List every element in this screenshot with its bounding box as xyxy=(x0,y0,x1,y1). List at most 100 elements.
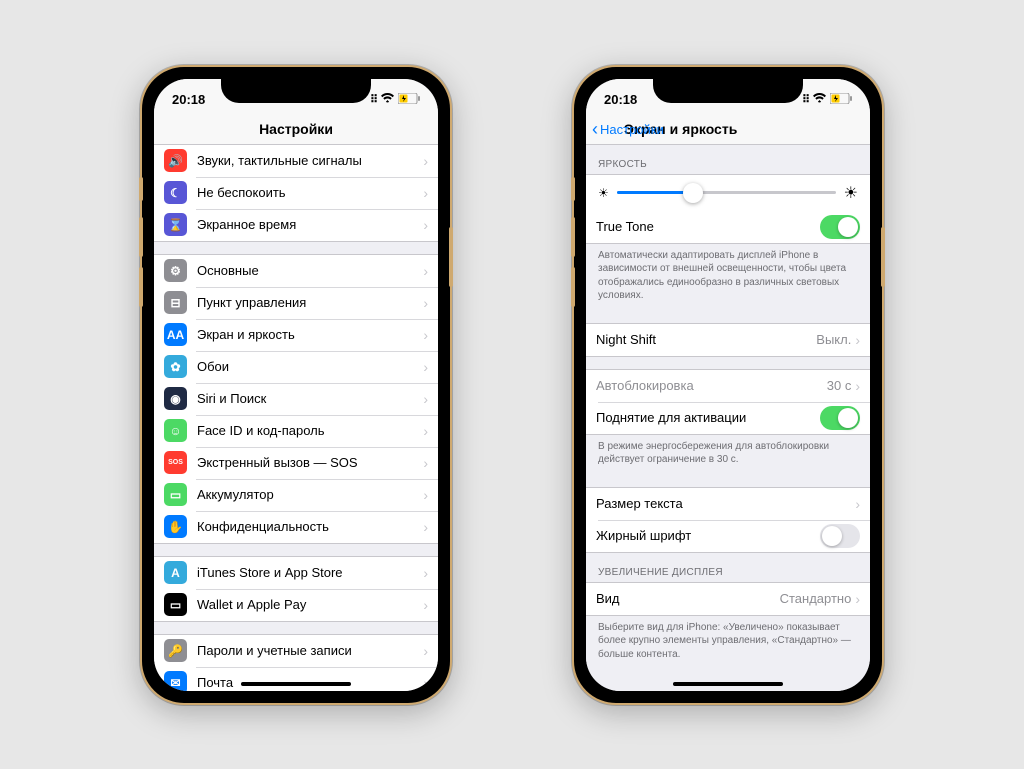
raise-label: Поднятие для активации xyxy=(596,410,820,425)
settings-row[interactable]: ▭ Wallet и Apple Pay› xyxy=(154,589,438,621)
brightness-low-icon: ☀ xyxy=(598,186,609,200)
true-tone-label: True Tone xyxy=(596,219,820,234)
chevron-right-icon: › xyxy=(855,496,860,512)
chevron-right-icon: › xyxy=(423,153,428,169)
footer-view: Выберите вид для iPhone: «Увеличено» пок… xyxy=(586,616,870,670)
chevron-right-icon: › xyxy=(423,597,428,613)
settings-app-icon: ⌛ xyxy=(164,213,187,236)
settings-row[interactable]: ⌛Экранное время› xyxy=(154,209,438,241)
settings-row[interactable]: ◉Siri и Поиск› xyxy=(154,383,438,415)
settings-row[interactable]: ▭Аккумулятор› xyxy=(154,479,438,511)
settings-row-label: Wallet и Apple Pay xyxy=(197,597,423,612)
chevron-right-icon: › xyxy=(423,565,428,581)
settings-app-icon: A xyxy=(164,561,187,584)
settings-row[interactable]: ✉Почта› xyxy=(154,667,438,691)
settings-group: 🔊Звуки, тактильные сигналы›☾Не беспокоит… xyxy=(154,145,438,242)
raise-to-wake-switch[interactable] xyxy=(820,406,860,430)
chevron-right-icon: › xyxy=(423,185,428,201)
settings-row-label: iTunes Store и App Store xyxy=(197,565,423,580)
volume-up-button[interactable] xyxy=(571,217,575,257)
volume-up-button[interactable] xyxy=(139,217,143,257)
settings-app-icon: ▭ xyxy=(164,483,187,506)
settings-list[interactable]: 🔊Звуки, тактильные сигналы›☾Не беспокоит… xyxy=(154,145,438,691)
chevron-right-icon: › xyxy=(423,295,428,311)
chevron-right-icon: › xyxy=(855,378,860,394)
settings-row[interactable]: SOSЭкстренный вызов — SOS› xyxy=(154,447,438,479)
settings-row[interactable]: ⚙ Основные› xyxy=(154,255,438,287)
nav-bar: ‹ Настройки Экран и яркость xyxy=(586,115,870,145)
chevron-right-icon: › xyxy=(423,519,428,535)
settings-app-icon: ▭ xyxy=(164,593,187,616)
settings-app-icon: ✋ xyxy=(164,515,187,538)
slider-thumb[interactable] xyxy=(683,183,703,203)
battery-icon xyxy=(398,93,420,107)
chevron-right-icon: › xyxy=(423,391,428,407)
settings-app-icon: ⊟ xyxy=(164,291,187,314)
row-bold-text[interactable]: Жирный шрифт xyxy=(586,520,870,552)
row-text-size[interactable]: Размер текста › xyxy=(586,488,870,520)
settings-row[interactable]: ✿Обои› xyxy=(154,351,438,383)
home-indicator[interactable] xyxy=(241,682,351,686)
status-time: 20:18 xyxy=(604,92,637,107)
row-true-tone[interactable]: True Tone xyxy=(586,211,870,243)
screen-right: 20:18 ⠿ ‹ Настройки Экран и яркость ЯРКО… xyxy=(586,79,870,691)
cell-signal-icon: ⠿ xyxy=(802,93,809,106)
settings-app-icon: AA xyxy=(164,323,187,346)
mute-switch[interactable] xyxy=(139,177,143,201)
back-label: Настройки xyxy=(600,122,664,137)
settings-row[interactable]: ☾Не беспокоить› xyxy=(154,177,438,209)
chevron-right-icon: › xyxy=(423,423,428,439)
settings-app-icon: ⚙ xyxy=(164,259,187,282)
settings-row[interactable]: ✋Конфиденциальность› xyxy=(154,511,438,543)
bold-text-switch[interactable] xyxy=(820,524,860,548)
auto-lock-label: Автоблокировка xyxy=(596,378,827,393)
wifi-icon xyxy=(813,93,826,106)
chevron-right-icon: › xyxy=(855,591,860,607)
row-view[interactable]: Вид Стандартно › xyxy=(586,583,870,615)
chevron-right-icon: › xyxy=(423,263,428,279)
night-shift-value: Выкл. xyxy=(816,332,851,347)
footer-auto-lock: В режиме энергосбережения для автоблокир… xyxy=(586,435,870,475)
settings-row-label: Звуки, тактильные сигналы xyxy=(197,153,423,168)
brightness-slider-row: ☀ ☀ xyxy=(586,175,870,211)
settings-row-label: Экстренный вызов — SOS xyxy=(197,455,423,470)
settings-app-icon: ☺ xyxy=(164,419,187,442)
settings-row-label: Основные xyxy=(197,263,423,278)
chevron-right-icon: › xyxy=(855,332,860,348)
section-header-brightness: ЯРКОСТЬ xyxy=(586,145,870,174)
true-tone-switch[interactable] xyxy=(820,215,860,239)
side-button[interactable] xyxy=(881,227,885,287)
brightness-high-icon: ☀ xyxy=(844,183,858,203)
slider-fill xyxy=(617,191,694,194)
settings-row-label: Экран и яркость xyxy=(197,327,423,342)
row-night-shift[interactable]: Night Shift Выкл. › xyxy=(586,324,870,356)
volume-down-button[interactable] xyxy=(139,267,143,307)
brightness-slider[interactable] xyxy=(617,191,836,194)
volume-down-button[interactable] xyxy=(571,267,575,307)
row-auto-lock[interactable]: Автоблокировка 30 c › xyxy=(586,370,870,402)
settings-row[interactable]: 🔊 Звуки, тактильные сигналы› xyxy=(154,145,438,177)
mute-switch[interactable] xyxy=(571,177,575,201)
settings-row[interactable]: AiTunes Store и App Store› xyxy=(154,557,438,589)
settings-row[interactable]: ☺Face ID и код-пароль› xyxy=(154,415,438,447)
nav-title: Настройки xyxy=(259,121,333,137)
settings-row[interactable]: 🔑Пароли и учетные записи› xyxy=(154,635,438,667)
view-label: Вид xyxy=(596,591,780,606)
back-button[interactable]: ‹ Настройки xyxy=(592,120,664,138)
settings-row[interactable]: ⊟Пункт управления› xyxy=(154,287,438,319)
settings-app-icon: SOS xyxy=(164,451,187,474)
home-indicator[interactable] xyxy=(673,682,783,686)
settings-row[interactable]: AAЭкран и яркость› xyxy=(154,319,438,351)
chevron-right-icon: › xyxy=(423,643,428,659)
settings-app-icon: 🔊 xyxy=(164,149,187,172)
chevron-right-icon: › xyxy=(423,359,428,375)
view-value: Стандартно xyxy=(780,591,852,606)
settings-row-label: Экранное время xyxy=(197,217,423,232)
side-button[interactable] xyxy=(449,227,453,287)
display-brightness-list[interactable]: ЯРКОСТЬ ☀ ☀ True Tone Автоматически адап… xyxy=(586,145,870,691)
wifi-icon xyxy=(381,93,394,106)
notch xyxy=(653,79,803,103)
text-size-label: Размер текста xyxy=(596,496,855,511)
row-raise-to-wake[interactable]: Поднятие для активации xyxy=(586,402,870,434)
battery-icon xyxy=(830,93,852,107)
